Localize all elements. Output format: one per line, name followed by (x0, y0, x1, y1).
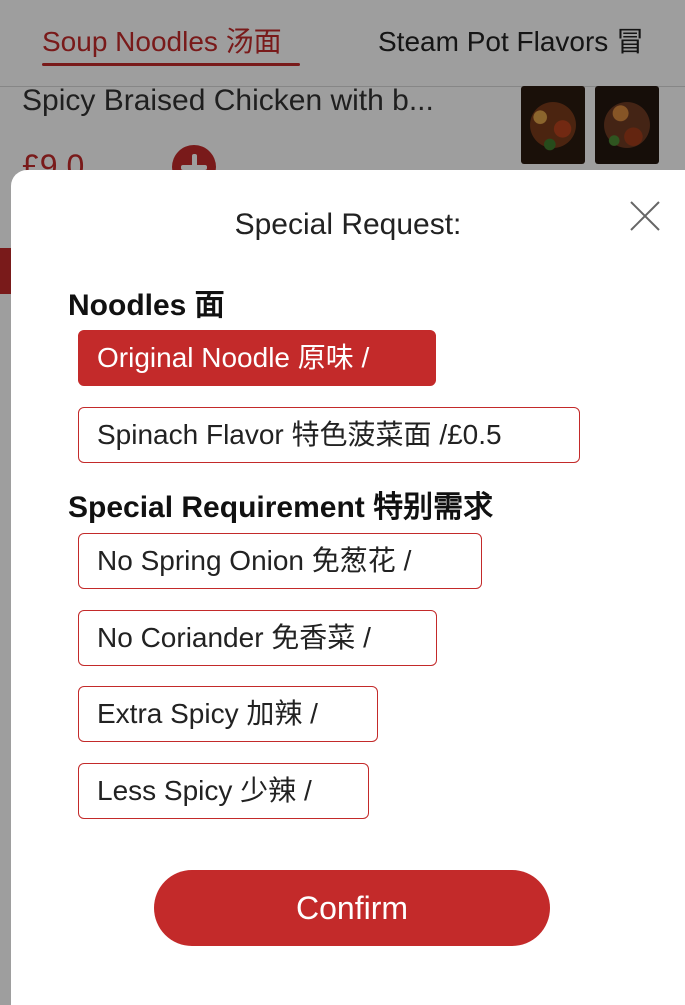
special-request-modal: Special Request: Noodles 面 Original Nood… (11, 170, 685, 1005)
section-heading-special-requirement: Special Requirement 特别需求 (68, 491, 494, 524)
option-less-spicy[interactable]: Less Spicy 少辣 / (78, 763, 369, 819)
option-no-spring-onion[interactable]: No Spring Onion 免葱花 / (78, 533, 482, 589)
confirm-button[interactable]: Confirm (154, 870, 550, 946)
option-original-noodle[interactable]: Original Noodle 原味 / (78, 330, 436, 386)
modal-title: Special Request: (234, 208, 462, 241)
option-no-coriander[interactable]: No Coriander 免香菜 / (78, 610, 437, 666)
close-icon[interactable] (627, 198, 663, 234)
option-extra-spicy[interactable]: Extra Spicy 加辣 / (78, 686, 378, 742)
section-heading-noodles: Noodles 面 (68, 289, 225, 322)
option-spinach-flavor[interactable]: Spinach Flavor 特色菠菜面 /£0.5 (78, 407, 580, 463)
